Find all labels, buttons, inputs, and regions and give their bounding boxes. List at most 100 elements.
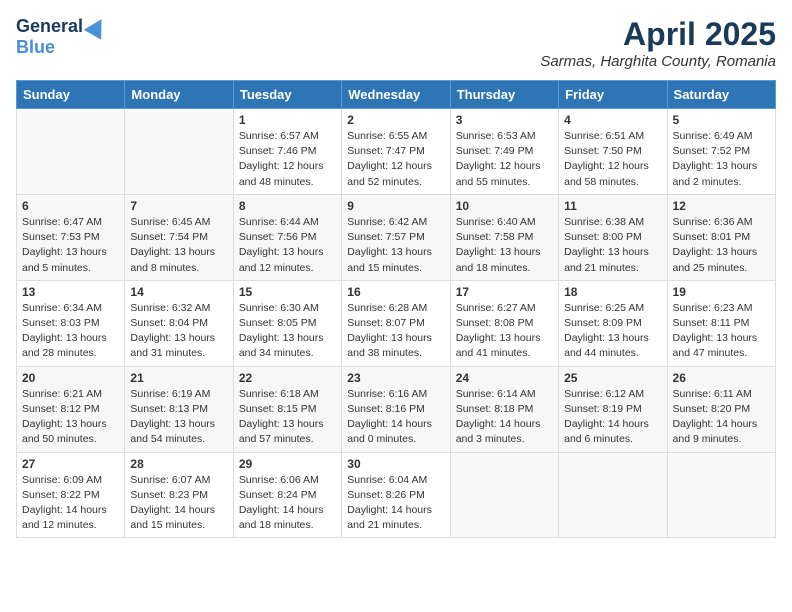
- day-detail: Sunrise: 6:14 AMSunset: 8:18 PMDaylight:…: [456, 387, 553, 448]
- calendar-cell: 21 Sunrise: 6:19 AMSunset: 8:13 PMDayligh…: [125, 366, 233, 452]
- calendar-cell: 12Sunrise: 6:36 AMSunset: 8:01 PMDayligh…: [667, 194, 775, 280]
- day-number: 23: [347, 371, 444, 385]
- weekday-header-sunday: Sunday: [17, 81, 125, 109]
- calendar-cell: 27 Sunrise: 6:09 AMSunset: 8:22 PMDayligh…: [17, 452, 125, 538]
- month-title: April 2025: [540, 16, 776, 53]
- calendar-cell: 20 Sunrise: 6:21 AMSunset: 8:12 PMDayligh…: [17, 366, 125, 452]
- day-detail: Sunrise: 6:23 AMSunset: 8:11 PMDaylight:…: [673, 301, 770, 362]
- weekday-header-monday: Monday: [125, 81, 233, 109]
- calendar-cell: 26Sunrise: 6:11 AMSunset: 8:20 PMDayligh…: [667, 366, 775, 452]
- calendar-cell: 1Sunrise: 6:57 AMSunset: 7:46 PMDaylight…: [233, 109, 341, 195]
- calendar-cell: 13 Sunrise: 6:34 AMSunset: 8:03 PMDayligh…: [17, 280, 125, 366]
- day-detail: Sunrise: 6:47 AMSunset: 7:53 PMDaylight:…: [22, 215, 119, 276]
- calendar-cell: 30 Sunrise: 6:04 AMSunset: 8:26 PMDayligh…: [342, 452, 450, 538]
- logo-general: General: [16, 16, 83, 37]
- day-detail: Sunrise: 6:27 AMSunset: 8:08 PMDaylight:…: [456, 301, 553, 362]
- calendar-cell: [559, 452, 667, 538]
- day-number: 7: [130, 199, 227, 213]
- logo-blue: Blue: [16, 37, 55, 58]
- day-detail: Sunrise: 6:51 AMSunset: 7:50 PMDaylight:…: [564, 129, 661, 190]
- day-number: 27: [22, 457, 119, 471]
- day-detail: Sunrise: 6:09 AMSunset: 8:22 PMDaylight:…: [22, 473, 119, 534]
- day-detail: Sunrise: 6:38 AMSunset: 8:00 PMDaylight:…: [564, 215, 661, 276]
- day-number: 5: [673, 113, 770, 127]
- day-number: 2: [347, 113, 444, 127]
- day-number: 19: [673, 285, 770, 299]
- day-detail: Sunrise: 6:42 AMSunset: 7:57 PMDaylight:…: [347, 215, 444, 276]
- day-number: 22: [239, 371, 336, 385]
- day-number: 25: [564, 371, 661, 385]
- day-number: 13: [22, 285, 119, 299]
- weekday-header-friday: Friday: [559, 81, 667, 109]
- calendar-cell: 2Sunrise: 6:55 AMSunset: 7:47 PMDaylight…: [342, 109, 450, 195]
- day-number: 6: [22, 199, 119, 213]
- day-number: 18: [564, 285, 661, 299]
- page-header: General Blue April 2025 Sarmas, Harghita…: [16, 16, 776, 70]
- calendar-cell: 15 Sunrise: 6:30 AMSunset: 8:05 PMDayligh…: [233, 280, 341, 366]
- day-number: 8: [239, 199, 336, 213]
- day-number: 30: [347, 457, 444, 471]
- calendar-week-row: 13 Sunrise: 6:34 AMSunset: 8:03 PMDayligh…: [17, 280, 776, 366]
- calendar-cell: [450, 452, 558, 538]
- day-number: 14: [130, 285, 227, 299]
- weekday-header-wednesday: Wednesday: [342, 81, 450, 109]
- day-detail: Sunrise: 6:45 AMSunset: 7:54 PMDaylight:…: [130, 215, 227, 276]
- day-detail: Sunrise: 6:57 AMSunset: 7:46 PMDaylight:…: [239, 129, 336, 190]
- calendar-cell: [125, 109, 233, 195]
- day-detail: Sunrise: 6:34 AMSunset: 8:03 PMDaylight:…: [22, 301, 119, 362]
- day-number: 17: [456, 285, 553, 299]
- title-block: April 2025 Sarmas, Harghita County, Roma…: [540, 16, 776, 70]
- day-detail: Sunrise: 6:07 AMSunset: 8:23 PMDaylight:…: [130, 473, 227, 534]
- logo-icon: [84, 14, 110, 40]
- day-number: 21: [130, 371, 227, 385]
- weekday-header-row: SundayMondayTuesdayWednesdayThursdayFrid…: [17, 81, 776, 109]
- day-detail: Sunrise: 6:18 AMSunset: 8:15 PMDaylight:…: [239, 387, 336, 448]
- calendar-week-row: 20 Sunrise: 6:21 AMSunset: 8:12 PMDayligh…: [17, 366, 776, 452]
- calendar-week-row: 6 Sunrise: 6:47 AMSunset: 7:53 PMDaylight…: [17, 194, 776, 280]
- weekday-header-tuesday: Tuesday: [233, 81, 341, 109]
- day-detail: Sunrise: 6:25 AMSunset: 8:09 PMDaylight:…: [564, 301, 661, 362]
- calendar-cell: 23Sunrise: 6:16 AMSunset: 8:16 PMDayligh…: [342, 366, 450, 452]
- calendar-cell: 4Sunrise: 6:51 AMSunset: 7:50 PMDaylight…: [559, 109, 667, 195]
- day-detail: Sunrise: 6:30 AMSunset: 8:05 PMDaylight:…: [239, 301, 336, 362]
- calendar-cell: 18 Sunrise: 6:25 AMSunset: 8:09 PMDayligh…: [559, 280, 667, 366]
- day-detail: Sunrise: 6:53 AMSunset: 7:49 PMDaylight:…: [456, 129, 553, 190]
- day-detail: Sunrise: 6:04 AMSunset: 8:26 PMDaylight:…: [347, 473, 444, 534]
- day-detail: Sunrise: 6:28 AMSunset: 8:07 PMDaylight:…: [347, 301, 444, 362]
- day-detail: Sunrise: 6:19 AMSunset: 8:13 PMDaylight:…: [130, 387, 227, 448]
- day-number: 15: [239, 285, 336, 299]
- day-number: 29: [239, 457, 336, 471]
- day-detail: Sunrise: 6:06 AMSunset: 8:24 PMDaylight:…: [239, 473, 336, 534]
- calendar-cell: 25Sunrise: 6:12 AMSunset: 8:19 PMDayligh…: [559, 366, 667, 452]
- calendar-cell: 6 Sunrise: 6:47 AMSunset: 7:53 PMDaylight…: [17, 194, 125, 280]
- calendar-cell: 11 Sunrise: 6:38 AMSunset: 8:00 PMDayligh…: [559, 194, 667, 280]
- day-number: 20: [22, 371, 119, 385]
- day-number: 11: [564, 199, 661, 213]
- day-detail: Sunrise: 6:32 AMSunset: 8:04 PMDaylight:…: [130, 301, 227, 362]
- calendar-cell: 9 Sunrise: 6:42 AMSunset: 7:57 PMDaylight…: [342, 194, 450, 280]
- day-detail: Sunrise: 6:36 AMSunset: 8:01 PMDaylight:…: [673, 215, 770, 276]
- calendar-cell: 7 Sunrise: 6:45 AMSunset: 7:54 PMDaylight…: [125, 194, 233, 280]
- calendar-week-row: 1Sunrise: 6:57 AMSunset: 7:46 PMDaylight…: [17, 109, 776, 195]
- location-subtitle: Sarmas, Harghita County, Romania: [540, 53, 776, 70]
- day-detail: Sunrise: 6:21 AMSunset: 8:12 PMDaylight:…: [22, 387, 119, 448]
- calendar-cell: [17, 109, 125, 195]
- day-number: 16: [347, 285, 444, 299]
- calendar-cell: 24 Sunrise: 6:14 AMSunset: 8:18 PMDayligh…: [450, 366, 558, 452]
- day-number: 24: [456, 371, 553, 385]
- day-detail: Sunrise: 6:40 AMSunset: 7:58 PMDaylight:…: [456, 215, 553, 276]
- calendar-cell: 29 Sunrise: 6:06 AMSunset: 8:24 PMDayligh…: [233, 452, 341, 538]
- calendar-cell: [667, 452, 775, 538]
- logo: General Blue: [16, 16, 107, 58]
- day-number: 9: [347, 199, 444, 213]
- calendar-cell: 16 Sunrise: 6:28 AMSunset: 8:07 PMDayligh…: [342, 280, 450, 366]
- day-number: 3: [456, 113, 553, 127]
- calendar-cell: 14 Sunrise: 6:32 AMSunset: 8:04 PMDayligh…: [125, 280, 233, 366]
- calendar-cell: 22 Sunrise: 6:18 AMSunset: 8:15 PMDayligh…: [233, 366, 341, 452]
- day-detail: Sunrise: 6:44 AMSunset: 7:56 PMDaylight:…: [239, 215, 336, 276]
- day-number: 10: [456, 199, 553, 213]
- weekday-header-saturday: Saturday: [667, 81, 775, 109]
- calendar-cell: 28Sunrise: 6:07 AMSunset: 8:23 PMDayligh…: [125, 452, 233, 538]
- calendar-table: SundayMondayTuesdayWednesdayThursdayFrid…: [16, 80, 776, 538]
- calendar-cell: 5Sunrise: 6:49 AMSunset: 7:52 PMDaylight…: [667, 109, 775, 195]
